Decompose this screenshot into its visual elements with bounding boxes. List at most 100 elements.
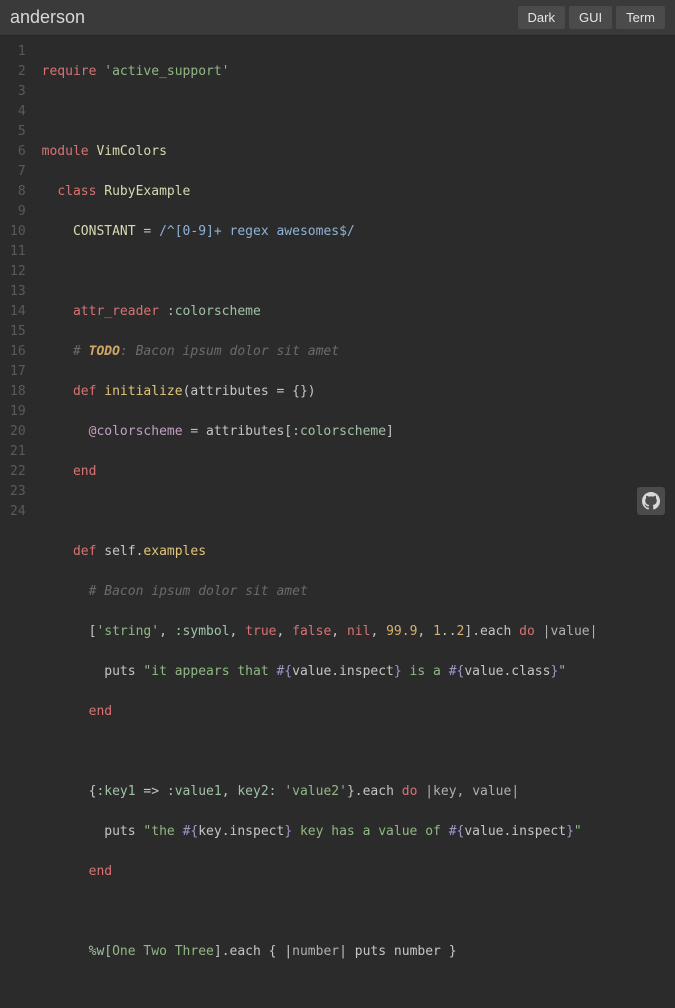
string: 'active_support' <box>104 64 229 79</box>
ident: key.inspect <box>198 824 284 839</box>
ident: value.inspect <box>464 824 566 839</box>
line-number: 17 <box>4 362 32 382</box>
line-number: 15 <box>4 322 32 342</box>
block-arg: |value| <box>535 624 598 639</box>
space <box>277 784 285 799</box>
code-editor: 123456789101112131415161718192021222324 … <box>0 36 675 1008</box>
code-area: require 'active_support' module VimColor… <box>38 36 598 1008</box>
symbol: :colorscheme <box>292 424 386 439</box>
ident: attributes[ <box>206 424 292 439</box>
keyword: class <box>57 184 96 199</box>
ident: self <box>104 544 135 559</box>
keyword: attr_reader <box>73 304 159 319</box>
line-number: 5 <box>4 122 32 142</box>
line-number: 24 <box>4 502 32 522</box>
ivar: @colorscheme <box>89 424 183 439</box>
comma: , <box>230 624 246 639</box>
ident: ].each { | <box>214 944 292 959</box>
space <box>136 944 144 959</box>
word: Two <box>143 944 166 959</box>
symbol: :key1 <box>96 784 135 799</box>
ident: ].each <box>464 624 519 639</box>
line-number: 14 <box>4 302 32 322</box>
ident: value.inspect <box>292 664 394 679</box>
method-name: examples <box>143 544 206 559</box>
method-name: initialize <box>104 384 182 399</box>
line-number: 9 <box>4 202 32 222</box>
colorscheme-title: anderson <box>10 7 514 28</box>
ident: | puts number } <box>339 944 456 959</box>
dot: . <box>136 544 144 559</box>
symbol: :value1 <box>167 784 222 799</box>
range: .. <box>441 624 457 639</box>
line-number: 20 <box>4 422 32 442</box>
comma: , <box>222 784 238 799</box>
string: 'string' <box>96 624 159 639</box>
string: "the #{key.inspect} key has a value of #… <box>143 824 581 839</box>
args: (attributes = {}) <box>183 384 316 399</box>
number: 2 <box>457 624 465 639</box>
keyword: true <box>245 624 276 639</box>
keyword: nil <box>347 624 370 639</box>
keyword: def <box>73 544 96 559</box>
symbol: :symbol <box>175 624 230 639</box>
line-number: 16 <box>4 342 32 362</box>
bracket: { <box>89 784 97 799</box>
keyword: def <box>73 384 96 399</box>
keyword: end <box>89 704 112 719</box>
line-number: 4 <box>4 102 32 122</box>
keyword: end <box>89 864 112 879</box>
constant: RubyExample <box>104 184 190 199</box>
number: 99.9 <box>386 624 417 639</box>
ident: ] <box>386 424 394 439</box>
ident: }.each <box>347 784 402 799</box>
dark-button[interactable]: Dark <box>518 6 565 29</box>
keyword: false <box>292 624 331 639</box>
comma: , <box>277 624 293 639</box>
interp-open: #{ <box>449 824 465 839</box>
line-number: 18 <box>4 382 32 402</box>
keyword: do <box>402 784 418 799</box>
symbol: :colorscheme <box>167 304 261 319</box>
string: 'value2' <box>284 784 347 799</box>
github-icon <box>642 492 660 510</box>
line-number: 19 <box>4 402 32 422</box>
interp-close: } <box>394 664 402 679</box>
line-number: 8 <box>4 182 32 202</box>
gui-button[interactable]: GUI <box>569 6 612 29</box>
interp-close: } <box>284 824 292 839</box>
constant: VimColors <box>96 144 166 159</box>
comma: , <box>370 624 386 639</box>
line-number: 22 <box>4 462 32 482</box>
todo: TODO <box>89 344 120 359</box>
line-number: 7 <box>4 162 32 182</box>
space <box>167 944 175 959</box>
string: "it appears that #{value.inspect} is a #… <box>143 664 566 679</box>
line-number: 3 <box>4 82 32 102</box>
interp-close: } <box>566 824 574 839</box>
keyword: do <box>519 624 535 639</box>
block-arg: number <box>292 944 339 959</box>
line-number: 21 <box>4 442 32 462</box>
comma: , <box>417 624 433 639</box>
percent-w: %w[ <box>89 944 112 959</box>
ident: puts <box>104 824 143 839</box>
line-number: 12 <box>4 262 32 282</box>
operator: = <box>190 424 198 439</box>
hashrocket: => <box>136 784 167 799</box>
word: Three <box>175 944 214 959</box>
line-number: 6 <box>4 142 32 162</box>
keyword: require <box>42 64 97 79</box>
comment: # Bacon ipsum dolor sit amet <box>89 584 308 599</box>
word: One <box>112 944 135 959</box>
ident: puts <box>104 664 143 679</box>
github-link[interactable] <box>637 487 665 515</box>
line-number: 23 <box>4 482 32 502</box>
term-button[interactable]: Term <box>616 6 665 29</box>
ident: value.class <box>464 664 550 679</box>
bracket: [ <box>89 624 97 639</box>
constant: CONSTANT <box>73 224 136 239</box>
interp-close: } <box>550 664 558 679</box>
line-number: 11 <box>4 242 32 262</box>
keyword: end <box>73 464 96 479</box>
